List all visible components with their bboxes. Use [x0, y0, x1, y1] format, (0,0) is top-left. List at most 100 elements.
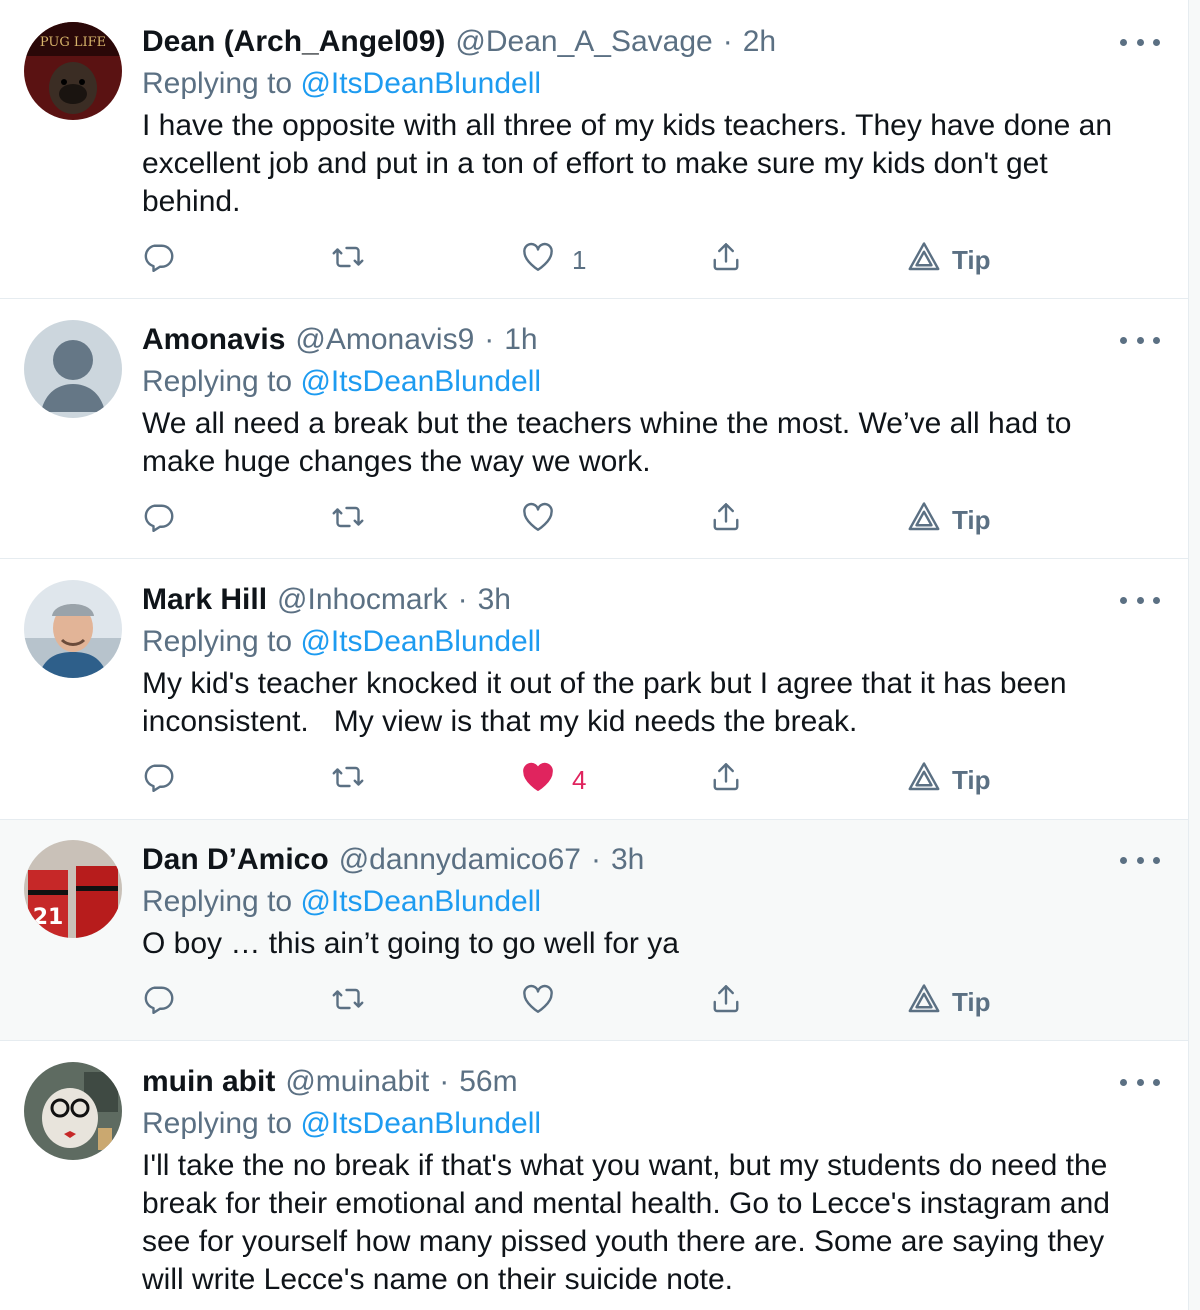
tip-label: Tip	[952, 244, 991, 275]
avatar[interactable]	[24, 1062, 122, 1160]
share-button[interactable]	[708, 982, 744, 1022]
reply-tweet[interactable]: Mark Hill @Inhocmark · 3h Replying to @I…	[0, 559, 1188, 820]
avatar[interactable]	[24, 320, 122, 418]
heart-icon	[520, 981, 556, 1024]
user-handle[interactable]: @Dean_A_Savage	[455, 22, 712, 62]
tweet-actions: 4 Tip	[140, 760, 1040, 800]
more-icon[interactable]	[1120, 850, 1160, 870]
replying-to: Replying to @ItsDeanBlundell	[142, 622, 541, 662]
tip-button[interactable]: Tip	[906, 240, 991, 280]
avatar[interactable]: 21	[24, 840, 122, 938]
replying-to-mention[interactable]: @ItsDeanBlundell	[300, 885, 541, 918]
heart-icon	[520, 239, 556, 282]
reply-timeline: PUG LIFE Dean (Arch_Angel09) @Dean_A_Sav…	[0, 0, 1188, 1310]
tweet-actions: Tip	[140, 982, 1040, 1022]
reply-tweet[interactable]: PUG LIFE Dean (Arch_Angel09) @Dean_A_Sav…	[0, 0, 1188, 299]
tweet-text: I have the opposite with all three of my…	[142, 109, 1121, 218]
replying-to: Replying to @ItsDeanBlundell	[142, 1104, 541, 1144]
timestamp[interactable]: 3h	[611, 840, 644, 880]
replying-to: Replying to @ItsDeanBlundell	[142, 64, 541, 104]
separator-dot: ·	[484, 323, 495, 356]
separator-dot: ·	[457, 583, 468, 616]
retweet-button[interactable]	[330, 982, 366, 1022]
share-icon	[708, 499, 744, 542]
user-handle[interactable]: @muinabit	[285, 1062, 429, 1102]
more-icon[interactable]	[1120, 32, 1160, 52]
retweet-icon	[330, 981, 366, 1024]
user-handle[interactable]: @dannydamico67	[339, 840, 581, 880]
tip-icon	[906, 239, 942, 282]
retweet-icon	[330, 239, 366, 282]
retweet-button[interactable]	[330, 500, 366, 540]
replying-to-mention[interactable]: @ItsDeanBlundell	[300, 67, 541, 100]
user-handle[interactable]: @Amonavis9	[295, 320, 474, 360]
replying-to-mention[interactable]: @ItsDeanBlundell	[300, 625, 541, 658]
avatar-jersey-number: 21	[33, 905, 64, 930]
replying-to-mention[interactable]: @ItsDeanBlundell	[300, 1107, 541, 1140]
more-icon[interactable]	[1120, 590, 1160, 610]
avatar-badge-text: PUG LIFE	[40, 35, 106, 50]
tip-button[interactable]: Tip	[906, 500, 991, 540]
heart-icon	[520, 499, 556, 542]
like-button[interactable]	[520, 982, 572, 1022]
display-name[interactable]: Dean (Arch_Angel09)	[142, 22, 445, 62]
like-button[interactable]: 1	[520, 240, 586, 280]
share-button[interactable]	[708, 240, 744, 280]
display-name[interactable]: Mark Hill	[142, 580, 267, 620]
tweet-text: O boy … this ain’t going to go well for …	[142, 927, 679, 960]
reply-tweet[interactable]: muin abit @muinabit · 56m Replying to @I…	[0, 1041, 1188, 1310]
share-button[interactable]	[708, 500, 744, 540]
display-name[interactable]: muin abit	[142, 1062, 275, 1102]
avatar[interactable]	[24, 580, 122, 678]
user-handle[interactable]: @Inhocmark	[277, 580, 448, 620]
retweet-icon	[330, 499, 366, 542]
reply-button[interactable]	[140, 982, 176, 1022]
reply-icon	[140, 499, 176, 542]
timestamp[interactable]: 2h	[743, 22, 776, 62]
retweet-button[interactable]	[330, 240, 366, 280]
tip-label: Tip	[952, 764, 991, 795]
like-count: 4	[572, 764, 587, 795]
tip-icon	[906, 499, 942, 542]
tweet-text: I'll take the no break if that's what yo…	[142, 1149, 1119, 1296]
tweet-header: Mark Hill @Inhocmark · 3h	[142, 580, 511, 620]
share-button[interactable]	[708, 760, 744, 800]
separator-dot: ·	[439, 1065, 450, 1098]
tip-icon	[906, 759, 942, 802]
separator-dot: ·	[722, 25, 733, 58]
scrollbar[interactable]	[1188, 0, 1200, 1310]
retweet-button[interactable]	[330, 760, 366, 800]
replying-to: Replying to @ItsDeanBlundell	[142, 362, 541, 402]
tweet-text: My kid's teacher knocked it out of the p…	[142, 667, 1075, 738]
reply-icon	[140, 239, 176, 282]
reply-button[interactable]	[140, 240, 176, 280]
timestamp[interactable]: 56m	[459, 1062, 517, 1102]
tweet-header: Dean (Arch_Angel09) @Dean_A_Savage · 2h	[142, 22, 776, 62]
reply-tweet[interactable]: Amonavis @Amonavis9 · 1h Replying to @It…	[0, 299, 1188, 559]
timestamp[interactable]: 1h	[504, 320, 537, 360]
like-button[interactable]: 4	[520, 760, 586, 800]
replying-to: Replying to @ItsDeanBlundell	[142, 882, 541, 922]
separator-dot: ·	[590, 843, 601, 876]
display-name[interactable]: Amonavis	[142, 320, 285, 360]
replying-to-label: Replying to	[142, 67, 293, 100]
avatar[interactable]: PUG LIFE	[24, 22, 122, 120]
tweet-actions: 1 Tip	[140, 240, 1040, 280]
more-icon[interactable]	[1120, 1072, 1160, 1092]
more-icon[interactable]	[1120, 330, 1160, 350]
tip-label: Tip	[952, 504, 991, 535]
reply-tweet[interactable]: 21 Dan D’Amico @dannydamico67 · 3h Reply…	[0, 820, 1188, 1041]
reply-button[interactable]	[140, 500, 176, 540]
tip-button[interactable]: Tip	[906, 760, 991, 800]
replying-to-label: Replying to	[142, 625, 293, 658]
heart-icon	[520, 759, 556, 802]
tweet-actions: Tip	[140, 500, 1040, 540]
reply-button[interactable]	[140, 760, 176, 800]
tweet-header: muin abit @muinabit · 56m	[142, 1062, 518, 1102]
timestamp[interactable]: 3h	[478, 580, 511, 620]
replying-to-label: Replying to	[142, 365, 293, 398]
like-button[interactable]	[520, 500, 572, 540]
tip-button[interactable]: Tip	[906, 982, 991, 1022]
display-name[interactable]: Dan D’Amico	[142, 840, 329, 880]
replying-to-mention[interactable]: @ItsDeanBlundell	[300, 365, 541, 398]
